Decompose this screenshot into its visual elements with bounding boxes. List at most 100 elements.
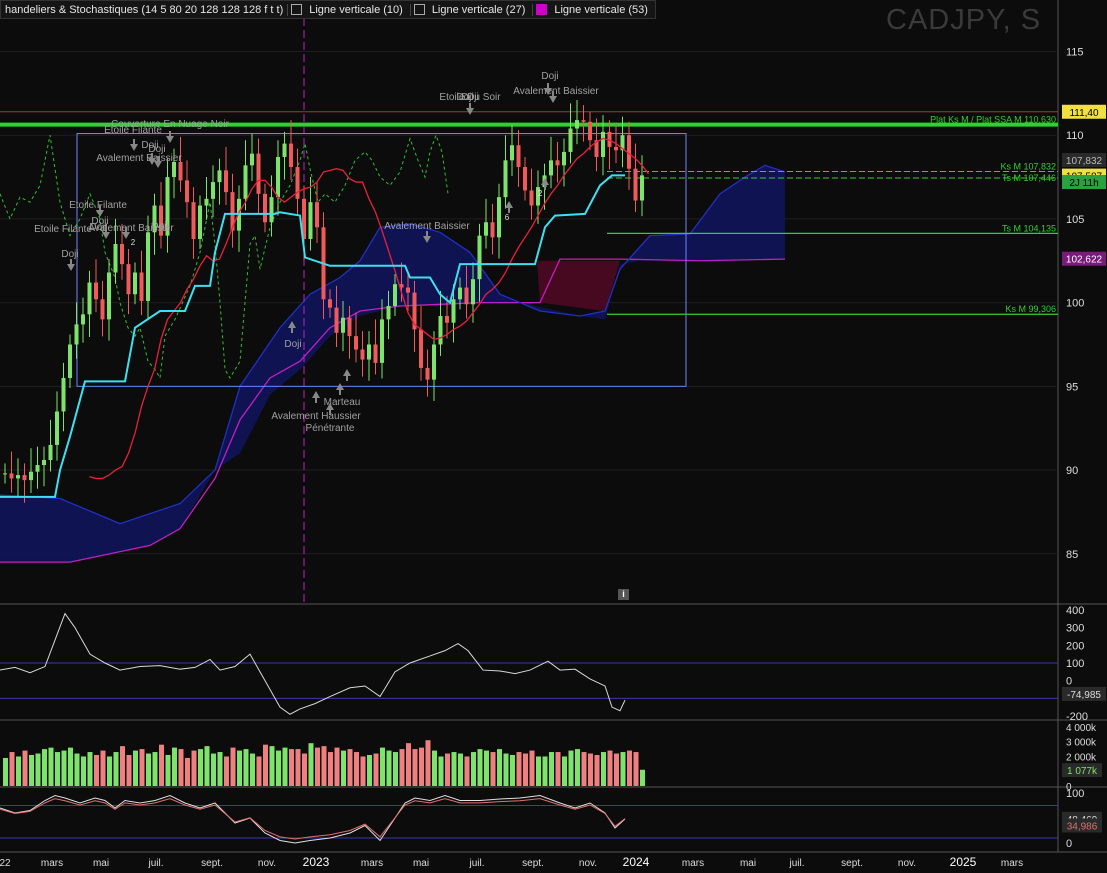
price-tick-label: 105 xyxy=(1066,214,1084,226)
time-tick-label: sept. xyxy=(201,858,223,869)
penetrante-label: Pénétrante xyxy=(306,423,355,434)
candle-body xyxy=(35,465,40,472)
candle-body xyxy=(133,272,137,295)
volume-bar xyxy=(68,747,73,786)
candle-body xyxy=(100,299,105,320)
candle-body xyxy=(146,232,150,301)
checkbox-icon[interactable] xyxy=(536,4,548,15)
volume-bar xyxy=(74,753,80,786)
candle-body xyxy=(120,244,124,265)
volume-bar xyxy=(328,752,333,786)
candle-body xyxy=(601,131,605,157)
time-tick-label: 22 xyxy=(0,858,11,869)
candle-body xyxy=(250,153,254,166)
time-tick-label: mai xyxy=(93,858,109,869)
count-label: 2 xyxy=(538,189,543,198)
candle-body xyxy=(354,336,358,350)
avalement-haussier-label: Avalement Haussier xyxy=(271,411,361,422)
candle-body xyxy=(289,143,293,168)
volume-bar xyxy=(48,747,54,786)
candle-body xyxy=(464,287,469,305)
volume-bar xyxy=(217,752,223,786)
volume-bar xyxy=(380,747,385,786)
candle-body xyxy=(406,287,410,293)
checkbox-icon[interactable] xyxy=(413,4,425,15)
candle-body xyxy=(295,167,300,199)
candle-body xyxy=(393,284,397,306)
time-tick-label: sept. xyxy=(841,858,863,869)
volume-bar xyxy=(419,747,424,786)
volume-bar xyxy=(386,750,392,786)
time-tick-label: mai xyxy=(740,858,756,869)
checkbox-icon[interactable] xyxy=(291,4,303,15)
volume-bar xyxy=(458,753,463,786)
volume-badge-label: 1 077k xyxy=(1067,766,1098,777)
volume-bar xyxy=(471,752,476,786)
volume-bar xyxy=(451,752,457,786)
price-badge-label: 111,40 xyxy=(1069,108,1099,119)
vline-toggle-27[interactable]: Ligne verticale (27) xyxy=(409,3,533,16)
candle-body xyxy=(3,473,7,475)
vline-toggle-10[interactable]: Ligne verticale (10) xyxy=(287,3,410,16)
volume-bar xyxy=(341,750,346,786)
candle-body xyxy=(581,120,586,122)
indicator-label[interactable]: handeliers & Stochastiques (14 5 80 20 1… xyxy=(1,4,287,16)
volume-bar xyxy=(55,752,60,786)
info-icon[interactable]: i xyxy=(618,589,629,600)
candle-body xyxy=(614,146,618,151)
candle-body xyxy=(425,367,430,380)
time-tick-label: nov. xyxy=(579,858,597,869)
volume-bar xyxy=(354,752,359,786)
osc-tick-label: 100 xyxy=(1066,658,1084,670)
volume-bar xyxy=(35,753,41,786)
volume-bar xyxy=(575,749,580,786)
volume-bar xyxy=(256,756,262,786)
candle-body xyxy=(432,344,436,380)
volume-bar xyxy=(22,750,28,786)
volume-bar xyxy=(269,746,275,786)
ts-m-label: Ts M 104,135 xyxy=(1002,223,1056,233)
candle-body xyxy=(263,193,267,223)
volume-bar xyxy=(276,750,281,786)
candle-body xyxy=(497,197,501,238)
volume-bar xyxy=(243,749,249,786)
volume-bar xyxy=(29,755,34,786)
volume-bar xyxy=(620,752,626,786)
candle-body xyxy=(510,145,514,161)
candle-body xyxy=(185,180,189,203)
indicator-legend: handeliers & Stochastiques (14 5 80 20 1… xyxy=(0,0,656,19)
volume-tick-label: 2 000k xyxy=(1066,752,1097,763)
background xyxy=(0,0,1107,873)
candle-body xyxy=(555,160,560,166)
candle-body xyxy=(22,475,27,481)
candle-body xyxy=(373,344,378,363)
volume-bar xyxy=(568,750,574,786)
volume-bar xyxy=(289,749,294,786)
price-badge-label: 2J 11h xyxy=(1069,178,1098,189)
time-tick-label: mars xyxy=(1001,858,1023,869)
vline-toggle-53[interactable]: Ligne verticale (53) xyxy=(532,3,655,16)
volume-bar xyxy=(16,756,21,786)
volume-bar xyxy=(594,755,600,786)
etoile-filante-label: Etoile Filante xyxy=(34,224,92,235)
volume-bar xyxy=(425,740,431,786)
candle-body xyxy=(74,324,79,345)
volume-bar xyxy=(3,757,8,786)
volume-bar xyxy=(100,750,106,786)
volume-bar xyxy=(237,750,242,786)
volume-bar xyxy=(9,752,15,786)
volume-bar xyxy=(360,756,366,786)
etoile-filante-label: Etoile Filante xyxy=(69,200,127,211)
candle-body xyxy=(633,168,638,201)
doji-label: Doji xyxy=(541,71,558,82)
candle-body xyxy=(529,190,534,206)
candle-body xyxy=(516,145,521,168)
price-tick-label: 100 xyxy=(1066,298,1084,310)
candle-body xyxy=(308,202,313,240)
volume-tick-label: 4 000k xyxy=(1066,723,1097,734)
volume-bar xyxy=(445,753,450,786)
candle-body xyxy=(68,344,72,378)
osc-tick-label: 400 xyxy=(1066,605,1084,617)
volume-bar xyxy=(211,753,216,786)
volume-bar xyxy=(113,752,119,786)
